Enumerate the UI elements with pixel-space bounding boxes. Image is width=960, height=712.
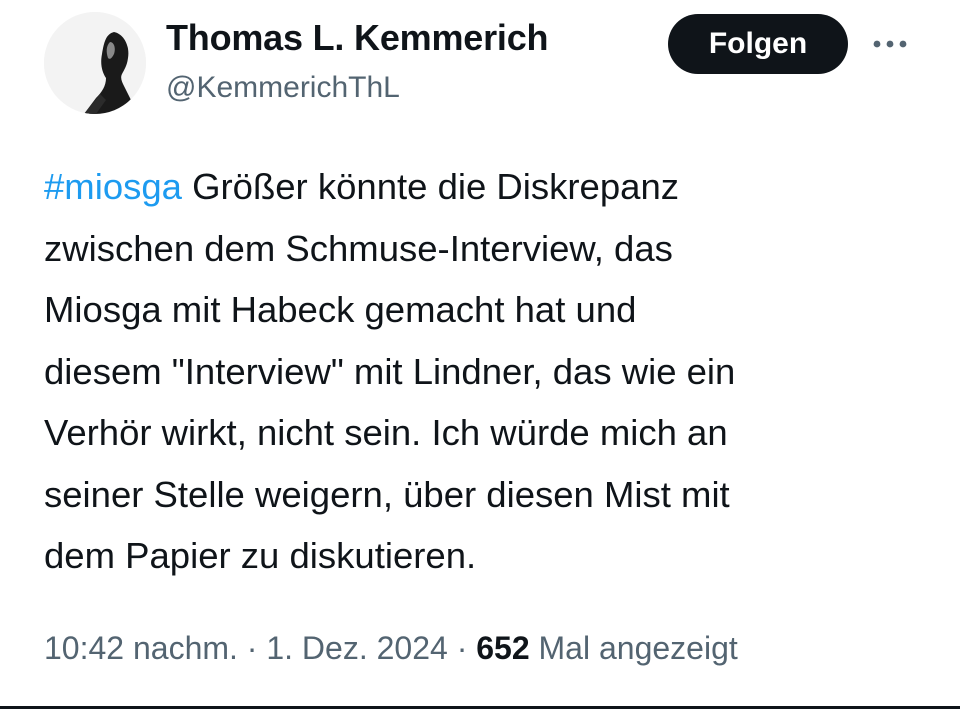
more-options-button[interactable] xyxy=(868,26,912,62)
follow-button[interactable]: Folgen xyxy=(668,14,848,74)
tweet-date[interactable]: 1. Dez. 2024 xyxy=(266,630,447,666)
tweet-line: Verhör wirkt, nicht sein. Ich würde mich… xyxy=(44,412,728,453)
tweet-line: seiner Stelle weigern, über diesen Mist … xyxy=(44,473,730,515)
tweet-text: #miosga Größer könnte die Diskrepanz zwi… xyxy=(44,156,924,587)
avatar[interactable] xyxy=(44,12,146,114)
tweet-line: diesem "Interview" mit Lindner, das wie … xyxy=(44,350,736,392)
views-count: 652 xyxy=(476,630,530,666)
meta-separator: · xyxy=(237,630,267,666)
tweet-line-text: Größer könnte die Diskrepanz xyxy=(181,166,679,207)
tweet-line: zwischen dem Schmuse-Interview, das xyxy=(44,227,673,269)
avatar-image xyxy=(44,12,146,114)
tweet-line: Miosga mit Habeck gemacht hat und xyxy=(44,289,637,330)
tweet-line: dem Papier zu diskutieren. xyxy=(44,535,477,576)
meta-separator: · xyxy=(447,630,477,666)
tweet-meta: 10:42 nachm. · 1. Dez. 2024 · 652 Mal an… xyxy=(44,626,738,670)
hashtag-link[interactable]: #miosga xyxy=(44,166,182,207)
tweet-time[interactable]: 10:42 nachm. xyxy=(44,630,238,666)
bottom-divider xyxy=(0,706,960,709)
more-horizontal-icon xyxy=(873,40,907,48)
tweet-line: #miosga Größer könnte die Diskrepanz xyxy=(44,156,924,218)
author-handle[interactable]: @KemmerichThL xyxy=(166,70,400,106)
author-display-name[interactable]: Thomas L. Kemmerich xyxy=(166,18,549,58)
views-label: Mal angezeigt xyxy=(529,630,738,666)
